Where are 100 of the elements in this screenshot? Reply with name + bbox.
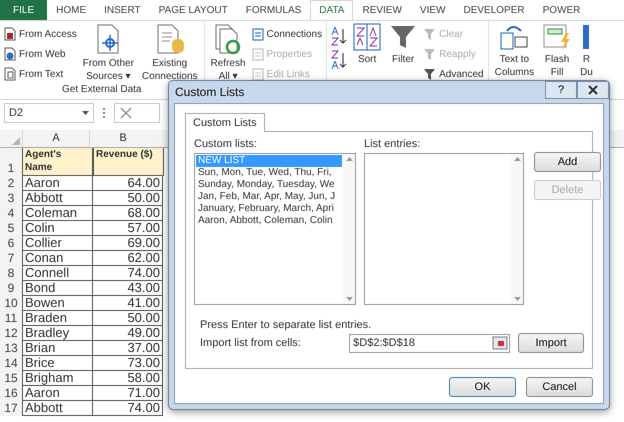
- sort-grid-icon: [353, 23, 382, 51]
- scroll-up-icon[interactable]: [514, 157, 520, 161]
- table-cell: 37.00: [93, 341, 163, 356]
- row-header[interactable]: 14: [0, 356, 22, 371]
- table-cell: 49.00: [93, 326, 163, 341]
- row-header[interactable]: 4: [0, 206, 22, 221]
- import-range-field[interactable]: $D$2:$D$18: [349, 334, 510, 352]
- more-icon: [102, 107, 106, 119]
- document-icon: [252, 48, 264, 60]
- add-button[interactable]: Add: [534, 152, 601, 172]
- ribbon-button[interactable]: From Other Sources ▾: [80, 23, 136, 83]
- ribbon-tab[interactable]: FORMULAS: [236, 0, 310, 20]
- ribbon-tab[interactable]: FILE: [0, 0, 48, 20]
- ribbon-button[interactable]: Advanced: [423, 65, 484, 83]
- table-cell: 73.00: [93, 356, 163, 371]
- table-cell: Bowen: [22, 296, 93, 311]
- row-header[interactable]: 6: [0, 236, 22, 251]
- list-item[interactable]: Jan, Feb, Mar, Apr, May, Jun, J: [196, 191, 342, 203]
- row-header[interactable]: 12: [0, 326, 22, 341]
- table-cell: Bradley: [22, 326, 93, 341]
- list-item[interactable]: Sunday, Monday, Tuesday, We: [196, 179, 342, 191]
- list-item[interactable]: Aaron, Abbott, Coleman, Colin: [196, 215, 342, 227]
- table-cell: Coleman: [22, 206, 93, 221]
- row-header[interactable]: 3: [0, 191, 22, 206]
- import-label: Import list from cells:: [200, 337, 302, 349]
- dropdown-icon: [82, 111, 89, 115]
- custom-lists-listbox[interactable]: NEW LIST Sun, Mon, Tue, Wed, Thu, Fri, Sunday, Monday, Tuesday, We Jan, Feb, Mar, Apr, May, Jun, J January, February, March, Apri Aaron, Abbott, Coleman, Colin: [194, 153, 356, 305]
- ribbon-button[interactable]: R Du: [578, 23, 595, 99]
- ribbon-button[interactable]: From Text: [4, 65, 77, 83]
- ribbon-tab[interactable]: INSERT: [95, 0, 150, 20]
- funnel-icon: [423, 48, 436, 60]
- table-cell: 71.00: [93, 386, 163, 401]
- ribbon-tab[interactable]: PAGE LAYOUT: [150, 0, 237, 20]
- filter-button[interactable]: Filter: [387, 23, 420, 99]
- table-cell: 68.00: [93, 206, 163, 221]
- table-cell: Agent's Name: [22, 148, 93, 176]
- ribbon-tab[interactable]: POWER: [534, 0, 590, 20]
- row-header[interactable]: 8: [0, 266, 22, 281]
- ribbon-tab[interactable]: HOME: [47, 0, 96, 20]
- scrollbar[interactable]: [343, 154, 355, 304]
- row-header[interactable]: 15: [0, 371, 22, 386]
- row-header[interactable]: 2: [0, 176, 22, 191]
- table-cell: Conan: [22, 251, 93, 266]
- table-cell: 74.00: [93, 401, 163, 416]
- table-cell: Brice: [22, 356, 93, 371]
- text-columns-icon: [499, 23, 530, 51]
- scroll-down-icon[interactable]: [514, 297, 520, 301]
- funnel-icon: [389, 23, 418, 51]
- row-header[interactable]: 10: [0, 296, 22, 311]
- row-header[interactable]: 5: [0, 221, 22, 236]
- list-entries-label: List entries:: [364, 138, 422, 150]
- table-cell: Connell: [22, 266, 93, 281]
- formula-buttons[interactable]: [114, 103, 160, 123]
- scroll-down-icon[interactable]: [346, 297, 352, 301]
- table-cell: 50.00: [93, 311, 163, 326]
- table-cell: Brian: [22, 341, 93, 356]
- table-cell: Bond: [22, 281, 93, 296]
- document-icon: [252, 28, 264, 40]
- ok-button[interactable]: OK: [449, 377, 516, 397]
- list-entries-field[interactable]: [364, 153, 524, 305]
- row-header[interactable]: 9: [0, 281, 22, 296]
- table-cell: Aaron: [22, 176, 93, 191]
- sort-button[interactable]: Sort: [351, 23, 384, 99]
- document-icon: [252, 68, 264, 80]
- import-button[interactable]: Import: [518, 333, 584, 353]
- column-header[interactable]: B: [89, 130, 156, 147]
- ribbon-button[interactable]: From Access: [4, 25, 77, 43]
- ribbon-button[interactable]: From Web: [4, 45, 77, 63]
- row-header[interactable]: 17: [0, 401, 22, 416]
- cancel-icon: [119, 106, 133, 120]
- row-header[interactable]: 11: [0, 311, 22, 326]
- ribbon-tab[interactable]: DATA: [310, 0, 354, 20]
- table-cell: Brigham: [22, 371, 93, 386]
- cancel-button[interactable]: Cancel: [526, 377, 593, 397]
- row-header[interactable]: 16: [0, 386, 22, 401]
- ribbon-button[interactable]: Existing Connections: [140, 23, 200, 83]
- ribbon-tab[interactable]: REVIEW: [353, 0, 411, 20]
- table-cell: 58.00: [93, 371, 163, 386]
- dialog-tab[interactable]: Custom Lists: [185, 113, 265, 132]
- name-box[interactable]: D2: [4, 103, 94, 123]
- select-all-icon[interactable]: [12, 137, 20, 145]
- ribbon-tab[interactable]: VIEW: [410, 0, 454, 20]
- column-header[interactable]: A: [22, 130, 89, 147]
- ribbon-tab[interactable]: DEVELOPER: [454, 0, 534, 20]
- table-cell: Aaron: [22, 386, 93, 401]
- scrollbar[interactable]: [511, 154, 523, 304]
- close-button[interactable]: [577, 81, 609, 99]
- text-file-icon: [4, 67, 16, 81]
- close-icon: [588, 85, 598, 95]
- row-header[interactable]: 13: [0, 341, 22, 356]
- help-button[interactable]: ?: [545, 81, 577, 99]
- scroll-up-icon[interactable]: [346, 157, 352, 161]
- row-header[interactable]: 1: [0, 148, 22, 176]
- ribbon-button[interactable]: Text to Columns: [492, 23, 536, 99]
- list-item[interactable]: January, February, March, Apri: [196, 203, 342, 215]
- row-header[interactable]: 7: [0, 251, 22, 266]
- custom-lists-label: Custom lists:: [194, 138, 258, 150]
- ribbon-button[interactable]: Connections: [252, 25, 322, 43]
- list-item[interactable]: Sun, Mon, Tue, Wed, Thu, Fri,: [196, 167, 342, 179]
- table-cell: Collier: [22, 236, 93, 251]
